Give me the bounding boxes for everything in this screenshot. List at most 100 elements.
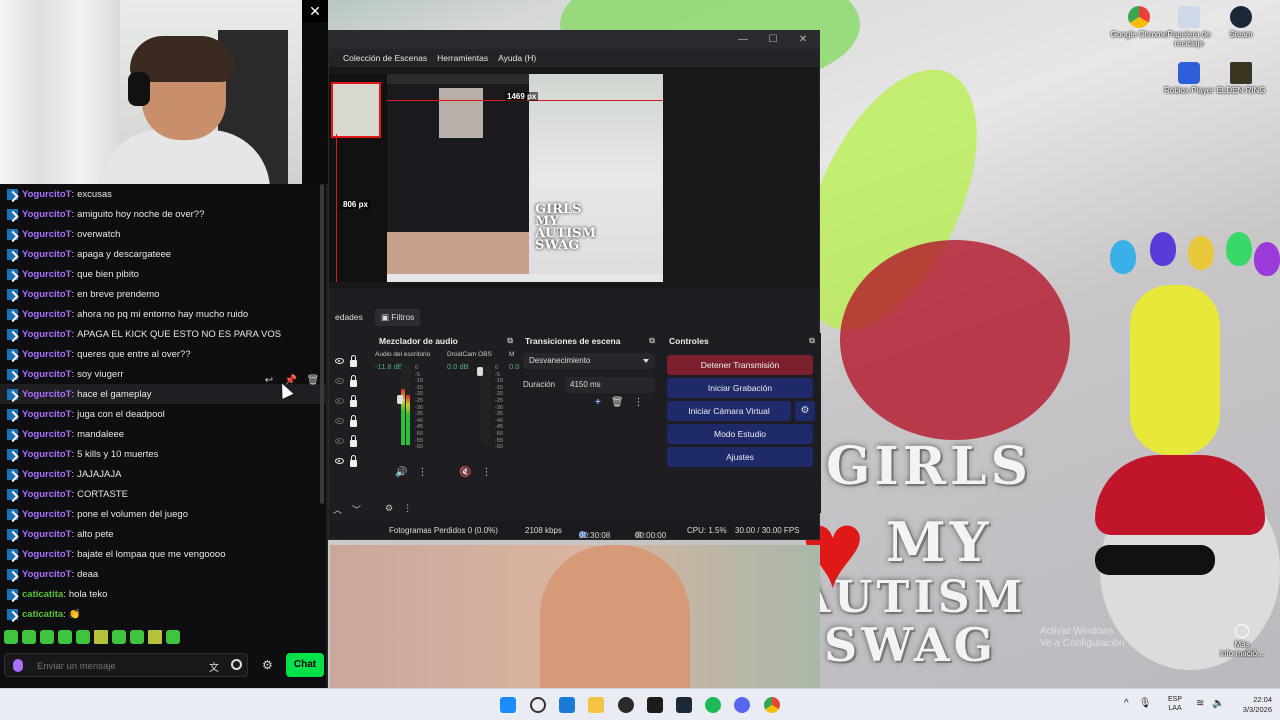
chrome-icon[interactable] <box>764 697 780 713</box>
chat-username[interactable]: YogurcitoT <box>22 229 71 240</box>
chat-username[interactable]: YogurcitoT <box>22 469 71 480</box>
source-row[interactable] <box>331 371 369 391</box>
emote-icon[interactable] <box>4 630 18 644</box>
file-explorer-icon[interactable] <box>588 697 604 713</box>
chevron-up-icon[interactable]: ^ <box>1124 698 1129 709</box>
desktop-icon-steam[interactable]: Steam <box>1212 6 1270 39</box>
tab-filters[interactable]: ▣ Filtros <box>374 308 421 326</box>
chat-username[interactable]: YogurcitoT <box>22 249 71 260</box>
gear-icon[interactable]: ⚙ <box>795 401 815 421</box>
chat-message[interactable]: YogurcitoT: mandaleee <box>0 424 326 444</box>
add-icon[interactable]: + <box>595 397 601 408</box>
input-language[interactable]: ESP LAA <box>1168 695 1182 713</box>
chat-message[interactable]: YogurcitoT: bajate el lompaa que me vengo… <box>0 544 326 564</box>
chevron-down-icon[interactable]: ﹀ <box>352 503 361 516</box>
chat-message-input[interactable] <box>37 658 197 674</box>
menu-scene-collection[interactable]: Colección de Escenas <box>343 53 427 63</box>
source-row[interactable] <box>331 391 369 411</box>
preview-source-selected[interactable] <box>331 82 381 138</box>
chat-username[interactable]: YogurcitoT <box>22 509 71 520</box>
emote-icon[interactable] <box>94 630 108 644</box>
more-icon[interactable]: ⋮ <box>417 467 427 478</box>
maximize-icon[interactable]: ☐ <box>759 32 787 48</box>
lock-icon[interactable] <box>350 374 357 387</box>
minimize-icon[interactable]: — <box>729 32 757 48</box>
desktop-icon-roblox[interactable]: Roblox Player <box>1160 62 1218 95</box>
chat-message[interactable]: YogurcitoT: apaga y descargateee <box>0 244 326 264</box>
search-icon[interactable] <box>530 697 546 713</box>
chevron-up-icon[interactable]: ︿ <box>333 503 342 516</box>
chat-message[interactable]: YogurcitoT: CORTASTE <box>0 484 326 504</box>
reply-icon[interactable]: ↩ <box>262 374 276 388</box>
chat-username[interactable]: YogurcitoT <box>22 269 71 280</box>
tab-properties[interactable]: edades <box>329 309 369 325</box>
eye-off-icon[interactable] <box>335 378 344 384</box>
emote-icon[interactable] <box>130 630 144 644</box>
eye-off-icon[interactable] <box>335 398 344 404</box>
source-row[interactable] <box>331 351 369 371</box>
chat-message[interactable]: caticatita: 👏 <box>0 604 326 624</box>
chat-username[interactable]: YogurcitoT <box>22 349 71 360</box>
chat-username[interactable]: YogurcitoT <box>22 569 71 580</box>
trash-icon[interactable]: 🗑 <box>611 397 624 408</box>
chat-message[interactable]: YogurcitoT: amiguito hoy noche de over?? <box>0 204 326 224</box>
emote-icon[interactable] <box>58 630 72 644</box>
chat-message[interactable]: YogurcitoT: JAJAJAJA <box>0 464 326 484</box>
settings-button[interactable]: Ajustes <box>667 447 813 467</box>
stop-streaming-button[interactable]: Detener Transmisión <box>667 355 813 375</box>
chat-username[interactable]: YogurcitoT <box>22 489 71 500</box>
clock[interactable]: 22:04 3/3/2026 <box>1228 695 1272 715</box>
translate-icon[interactable]: 文 <box>209 659 219 674</box>
store-icon[interactable] <box>559 697 575 713</box>
obs-titlebar[interactable]: — ☐ ✕ <box>329 31 819 49</box>
chat-username[interactable]: YogurcitoT <box>22 209 71 220</box>
mic-icon[interactable] <box>13 659 23 672</box>
eye-off-icon[interactable] <box>335 438 344 444</box>
more-icon[interactable]: ⋮ <box>634 397 644 408</box>
chat-username[interactable]: caticatita <box>22 609 63 620</box>
source-row[interactable] <box>331 411 369 431</box>
dock-config-icon[interactable]: ⧉ <box>507 336 513 346</box>
emoji-icon[interactable] <box>231 659 242 670</box>
chat-message[interactable]: YogurcitoT: overwatch <box>0 224 326 244</box>
menu-tools[interactable]: Herramientas <box>437 53 488 63</box>
more-icon[interactable]: ⋮ <box>481 467 491 478</box>
chat-send-button[interactable]: Chat <box>286 653 324 677</box>
close-icon[interactable]: ✕ <box>302 0 328 22</box>
chat-message[interactable]: YogurcitoT: deaa <box>0 564 326 584</box>
duration-input[interactable]: 4150 ms <box>565 377 655 393</box>
microphone-icon[interactable]: 🎙 <box>1139 698 1152 709</box>
spotify-icon[interactable] <box>705 697 721 713</box>
emote-icon[interactable] <box>112 630 126 644</box>
chat-message[interactable]: YogurcitoT: pone el volumen del juego <box>0 504 326 524</box>
more-info-link[interactable]: Más informació... <box>1214 624 1270 658</box>
steam-icon[interactable] <box>676 697 692 713</box>
start-icon[interactable] <box>500 697 516 713</box>
eye-icon[interactable] <box>335 358 344 364</box>
start-recording-button[interactable]: Iniciar Grabación <box>667 378 813 398</box>
muted-speaker-icon[interactable]: 🔇 <box>459 467 471 478</box>
emote-icon[interactable] <box>166 630 180 644</box>
gear-icon[interactable]: ⚙ <box>262 658 273 672</box>
wifi-icon[interactable]: ≋ <box>1196 698 1204 709</box>
chat-username[interactable]: YogurcitoT <box>22 529 71 540</box>
chat-username[interactable]: YogurcitoT <box>22 189 71 200</box>
emote-icon[interactable] <box>40 630 54 644</box>
emote-icon[interactable] <box>148 630 162 644</box>
volume-slider[interactable] <box>477 367 483 376</box>
menu-help[interactable]: Ayuda (H) <box>498 53 536 63</box>
chat-input-box[interactable]: 文 <box>4 653 248 677</box>
chat-username[interactable]: YogurcitoT <box>22 429 71 440</box>
chat-username[interactable]: YogurcitoT <box>22 369 71 380</box>
chat-username[interactable]: YogurcitoT <box>22 329 71 340</box>
speaker-icon[interactable]: 🔊 <box>395 467 407 478</box>
chat-message[interactable]: caticatita: hola teko <box>0 584 326 604</box>
volume-slider[interactable] <box>397 395 403 404</box>
chat-message[interactable]: YogurcitoT: alto pete <box>0 524 326 544</box>
chat-username[interactable]: caticatita <box>22 589 63 600</box>
mixer-settings-icon[interactable]: ⚙ <box>385 503 393 516</box>
discord-icon[interactable] <box>734 697 750 713</box>
lock-icon[interactable] <box>350 354 357 367</box>
emote-icon[interactable] <box>76 630 90 644</box>
chat-scrollbar[interactable] <box>320 184 324 504</box>
